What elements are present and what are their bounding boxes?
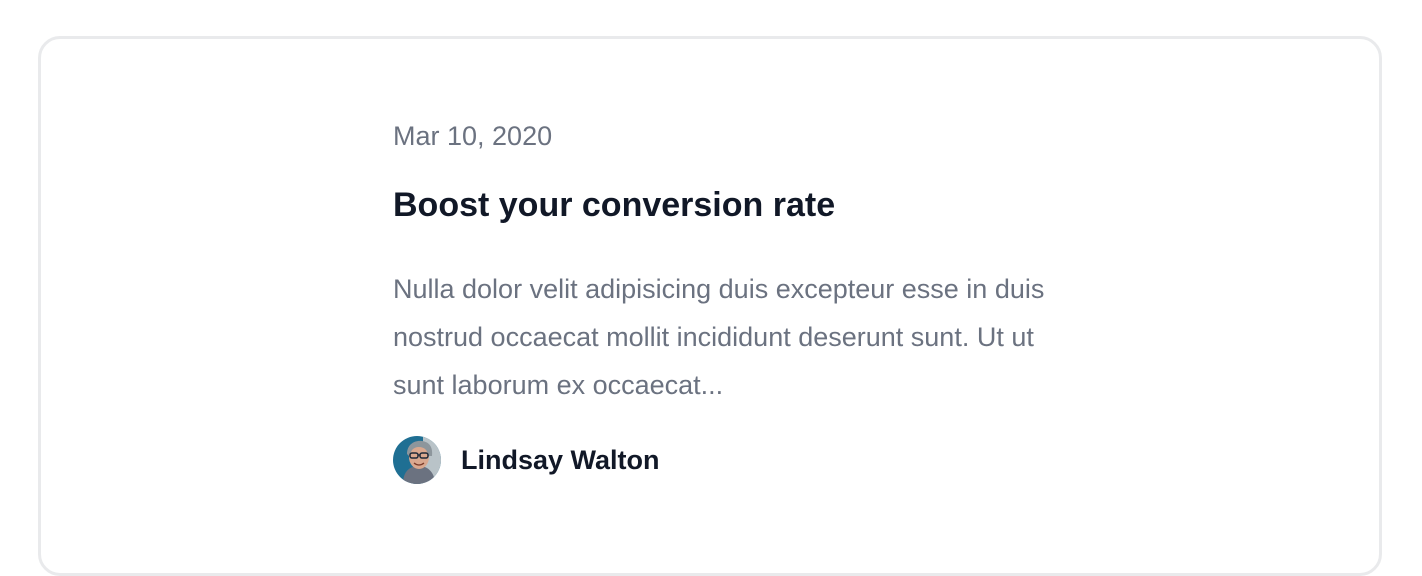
author-avatar [393,436,441,484]
post-title[interactable]: Boost your conversion rate [393,184,835,226]
post-excerpt: Nulla dolor velit adipisicing duis excep… [393,274,1045,400]
post-date: Mar 10, 2020 [393,121,553,151]
author-name: Lindsay Walton [461,445,660,475]
avatar-image [393,436,441,484]
post-card: Mar 10, 2020 Boost your conversion rate … [38,36,1382,576]
post-author[interactable]: Lindsay Walton [393,436,660,484]
